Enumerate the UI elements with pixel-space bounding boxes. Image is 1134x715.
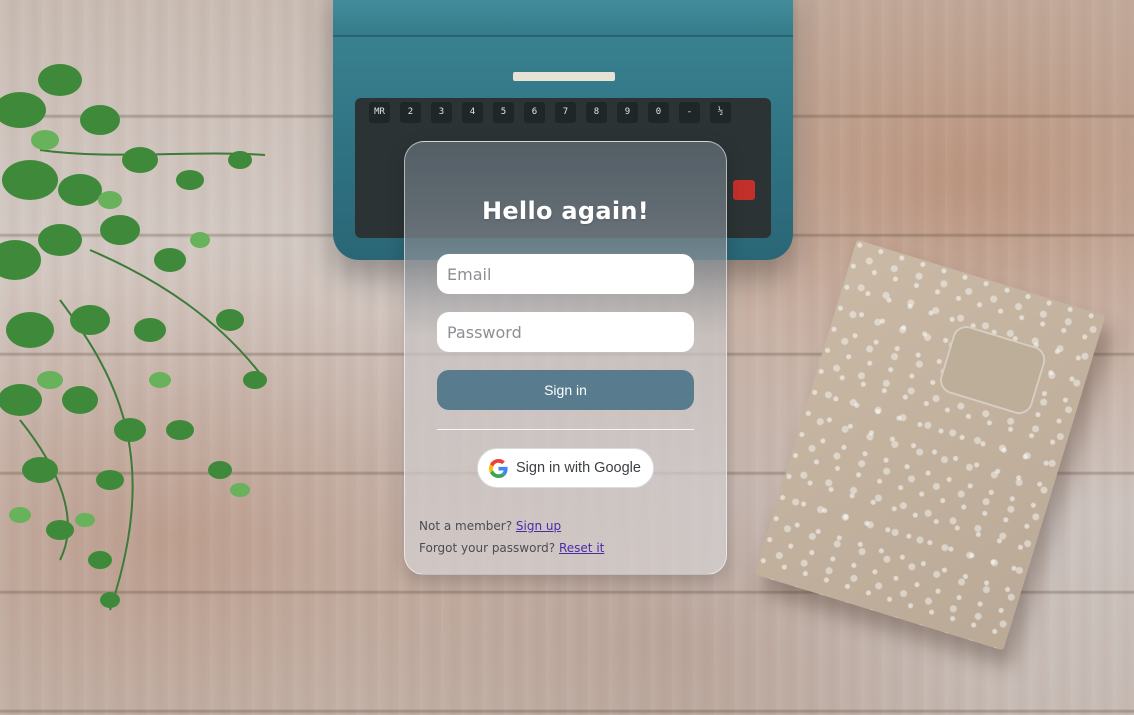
google-icon (489, 458, 508, 478)
typewriter-top (333, 0, 793, 37)
forgot-password-text: Forgot your password? (419, 541, 556, 555)
login-card: Hello again! Sign in Sign in with Google… (404, 141, 727, 575)
notebook-image (754, 239, 1106, 651)
email-input[interactable] (437, 254, 694, 294)
google-button-label: Sign in with Google (516, 460, 641, 476)
typewriter-key: 0 (648, 102, 669, 123)
plant-image (0, 64, 267, 611)
sign-in-button[interactable]: Sign in (437, 370, 694, 410)
typewriter-key: 3 (431, 102, 452, 123)
typewriter-key: 4 (462, 102, 483, 123)
typewriter-key: ½ (710, 102, 731, 123)
typewriter-key: 8 (586, 102, 607, 123)
signup-line: Not a member? Sign up (419, 519, 561, 533)
typewriter-key: 2 (400, 102, 421, 123)
typewriter-brand-plate (513, 72, 615, 81)
typewriter-key: 9 (617, 102, 638, 123)
password-input[interactable] (437, 312, 694, 352)
background-scene: MR 2 3 4 5 6 7 8 9 0- ½ Hello again! Ema… (0, 0, 1134, 715)
google-sign-in-button[interactable]: Sign in with Google (477, 448, 654, 488)
sign-up-link[interactable]: Sign up (516, 519, 561, 533)
reset-line: Forgot your password? Reset it (419, 541, 604, 555)
reset-password-link[interactable]: Reset it (559, 541, 604, 555)
not-member-text: Not a member? (419, 519, 513, 533)
typewriter-key: 7 (555, 102, 576, 123)
notebook-label (936, 322, 1049, 418)
typewriter-red-key (733, 180, 755, 200)
typewriter-key-row: MR 2 3 4 5 6 7 8 9 0- ½ (369, 102, 731, 123)
typewriter-key: 5 (493, 102, 514, 123)
divider (437, 429, 694, 430)
login-title: Hello again! (481, 197, 650, 225)
typewriter-key: MR (369, 102, 390, 123)
typewriter-key: 6 (524, 102, 545, 123)
typewriter-key: - (679, 102, 700, 123)
